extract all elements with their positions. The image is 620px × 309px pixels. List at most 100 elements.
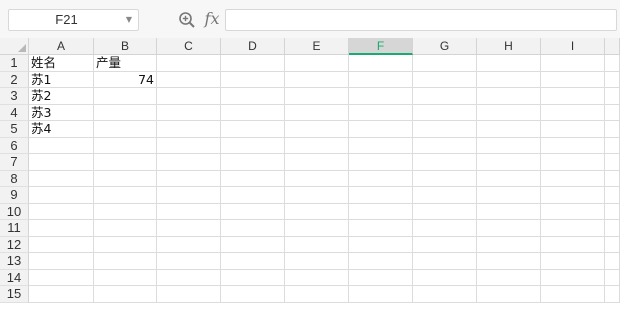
row-header-3[interactable]: 3 — [0, 88, 29, 105]
cell-b9[interactable] — [94, 187, 157, 204]
cell-h5[interactable] — [477, 121, 541, 138]
cell-a7[interactable] — [29, 154, 94, 171]
row-header-4[interactable]: 4 — [0, 104, 29, 121]
column-header-a[interactable]: A — [29, 38, 94, 55]
cell-b14[interactable] — [94, 269, 157, 286]
cell-c4[interactable] — [157, 104, 221, 121]
cell-i8[interactable] — [541, 170, 605, 187]
cell-i9[interactable] — [541, 187, 605, 204]
cell-e9[interactable] — [285, 187, 349, 204]
cell-h4[interactable] — [477, 104, 541, 121]
cell-h15[interactable] — [477, 286, 541, 303]
cell-f12[interactable] — [349, 236, 413, 253]
cell-h2[interactable] — [477, 71, 541, 88]
cell-f5[interactable] — [349, 121, 413, 138]
cell-e10[interactable] — [285, 203, 349, 220]
cell-f11[interactable] — [349, 220, 413, 237]
cell-f15[interactable] — [349, 286, 413, 303]
cell-b3[interactable] — [94, 88, 157, 105]
cell-a4[interactable]: 苏3 — [29, 104, 94, 121]
cell-h8[interactable] — [477, 170, 541, 187]
row-header-7[interactable]: 7 — [0, 154, 29, 171]
cell-a13[interactable] — [29, 253, 94, 270]
cell-h3[interactable] — [477, 88, 541, 105]
cell-d8[interactable] — [221, 170, 285, 187]
column-header-partial[interactable] — [605, 38, 620, 55]
cell-d7[interactable] — [221, 154, 285, 171]
cell-f4[interactable] — [349, 104, 413, 121]
cell-e8[interactable] — [285, 170, 349, 187]
cell-a1[interactable]: 姓名 — [29, 55, 94, 72]
cell-partial[interactable] — [605, 187, 620, 204]
cell-d13[interactable] — [221, 253, 285, 270]
cell-a3[interactable]: 苏2 — [29, 88, 94, 105]
cell-partial[interactable] — [605, 55, 620, 72]
cell-g11[interactable] — [413, 220, 477, 237]
cell-e4[interactable] — [285, 104, 349, 121]
row-header-2[interactable]: 2 — [0, 71, 29, 88]
cell-d1[interactable] — [221, 55, 285, 72]
row-header-13[interactable]: 13 — [0, 253, 29, 270]
cell-a10[interactable] — [29, 203, 94, 220]
cell-e2[interactable] — [285, 71, 349, 88]
cell-i2[interactable] — [541, 71, 605, 88]
column-header-d[interactable]: D — [221, 38, 285, 55]
cell-g12[interactable] — [413, 236, 477, 253]
cell-e11[interactable] — [285, 220, 349, 237]
zoom-icon[interactable] — [178, 11, 196, 29]
row-header-12[interactable]: 12 — [0, 236, 29, 253]
cell-partial[interactable] — [605, 170, 620, 187]
cell-d14[interactable] — [221, 269, 285, 286]
cell-g15[interactable] — [413, 286, 477, 303]
cell-f14[interactable] — [349, 269, 413, 286]
cell-d11[interactable] — [221, 220, 285, 237]
cell-h10[interactable] — [477, 203, 541, 220]
row-header-11[interactable]: 11 — [0, 220, 29, 237]
cell-g6[interactable] — [413, 137, 477, 154]
cell-i4[interactable] — [541, 104, 605, 121]
cell-f10[interactable] — [349, 203, 413, 220]
cell-i13[interactable] — [541, 253, 605, 270]
cell-i14[interactable] — [541, 269, 605, 286]
cell-partial[interactable] — [605, 269, 620, 286]
cell-c7[interactable] — [157, 154, 221, 171]
cell-g5[interactable] — [413, 121, 477, 138]
cell-d6[interactable] — [221, 137, 285, 154]
cell-g1[interactable] — [413, 55, 477, 72]
cell-c1[interactable] — [157, 55, 221, 72]
cell-g10[interactable] — [413, 203, 477, 220]
cell-d4[interactable] — [221, 104, 285, 121]
cell-g14[interactable] — [413, 269, 477, 286]
fx-icon[interactable]: fx — [201, 8, 223, 30]
cell-c11[interactable] — [157, 220, 221, 237]
cell-c6[interactable] — [157, 137, 221, 154]
cell-g4[interactable] — [413, 104, 477, 121]
cell-partial[interactable] — [605, 236, 620, 253]
cell-c2[interactable] — [157, 71, 221, 88]
cell-b5[interactable] — [94, 121, 157, 138]
cell-b10[interactable] — [94, 203, 157, 220]
cell-partial[interactable] — [605, 154, 620, 171]
cell-f1[interactable] — [349, 55, 413, 72]
cell-a5[interactable]: 苏4 — [29, 121, 94, 138]
cell-h6[interactable] — [477, 137, 541, 154]
cell-partial[interactable] — [605, 203, 620, 220]
select-all-corner[interactable] — [0, 38, 29, 55]
cell-partial[interactable] — [605, 220, 620, 237]
cell-i5[interactable] — [541, 121, 605, 138]
cell-i10[interactable] — [541, 203, 605, 220]
cell-g7[interactable] — [413, 154, 477, 171]
cell-c5[interactable] — [157, 121, 221, 138]
cell-i11[interactable] — [541, 220, 605, 237]
column-header-i[interactable]: I — [541, 38, 605, 55]
cell-f9[interactable] — [349, 187, 413, 204]
row-header-6[interactable]: 6 — [0, 137, 29, 154]
cell-i15[interactable] — [541, 286, 605, 303]
cell-e15[interactable] — [285, 286, 349, 303]
cell-e6[interactable] — [285, 137, 349, 154]
cell-b7[interactable] — [94, 154, 157, 171]
cell-f3[interactable] — [349, 88, 413, 105]
cell-a9[interactable] — [29, 187, 94, 204]
cell-c14[interactable] — [157, 269, 221, 286]
row-header-1[interactable]: 1 — [0, 55, 29, 72]
